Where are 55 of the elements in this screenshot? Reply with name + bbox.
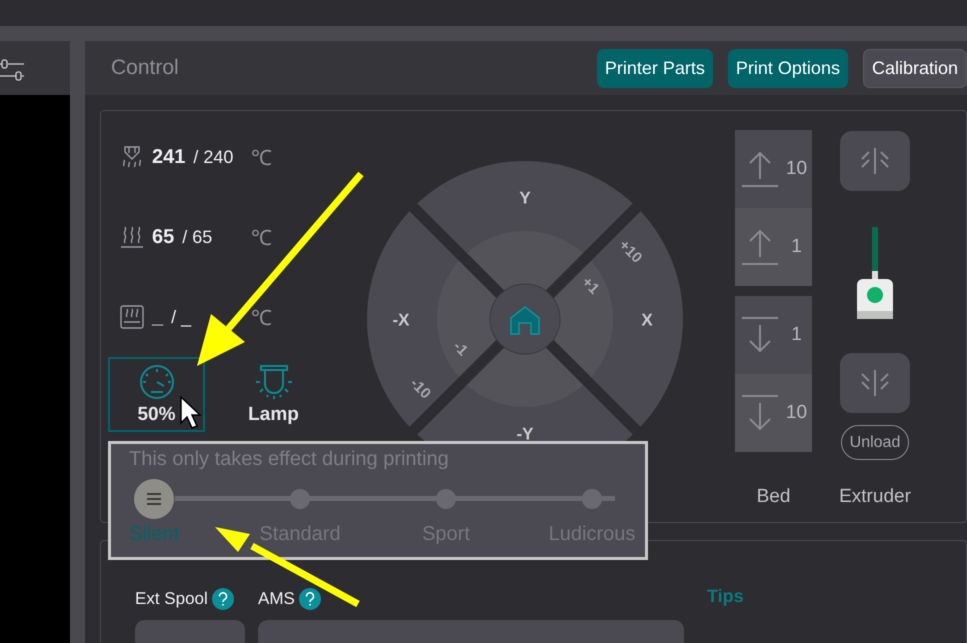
slider-stop[interactable]	[290, 489, 310, 509]
lamp-button[interactable]: Lamp	[225, 357, 322, 432]
diverging-lines-icon	[859, 368, 891, 398]
nozzle-heat-icon	[120, 145, 144, 169]
current-temperature: _	[152, 306, 164, 328]
help-icon[interactable]	[298, 588, 321, 610]
lamp-icon	[254, 364, 294, 400]
bed-move-button[interactable]: 1	[735, 208, 812, 286]
axis-label: Y	[519, 188, 531, 208]
bed-move-button[interactable]: 10	[735, 374, 812, 452]
arrow-down-icon	[740, 393, 780, 433]
axis-label: -Y	[516, 424, 534, 444]
menu-icon	[146, 492, 162, 506]
bed-label: Bed	[756, 486, 790, 508]
source-label: Ext Spool	[135, 589, 208, 609]
section-title: Control	[111, 56, 179, 80]
step-label: +10	[615, 236, 646, 267]
extrude-button[interactable]	[840, 131, 910, 191]
target-temperature: / 240	[193, 146, 234, 168]
source-label: AMS	[258, 589, 295, 609]
step-label: +1	[578, 274, 602, 298]
tab-button[interactable]: Print Options	[728, 48, 848, 88]
temperature-unit: ℃	[251, 226, 272, 251]
target-temperature: / 65	[182, 226, 212, 248]
speedometer-icon	[138, 364, 176, 400]
current-temperature: 241	[152, 146, 186, 168]
current-temperature: 65	[152, 226, 174, 248]
tips-heading: Tips	[707, 586, 744, 608]
temperature-unit: ℃	[251, 146, 272, 171]
heatbed-icon	[120, 225, 144, 249]
home-button[interactable]	[490, 284, 560, 354]
slider-stop[interactable]	[436, 489, 456, 509]
bed-move-button[interactable]: 1	[735, 296, 812, 374]
tab-button[interactable]: Calibration	[862, 48, 967, 88]
extruder-label: Extruder	[839, 486, 911, 508]
speed-button[interactable]: 50%	[108, 357, 205, 432]
slider-handle[interactable]	[134, 479, 174, 519]
arrow-up-icon	[740, 149, 780, 189]
tab-button[interactable]: Printer Parts	[596, 48, 713, 88]
axis-label: -X	[392, 310, 410, 330]
help-icon[interactable]	[212, 588, 234, 610]
step-label: -1	[450, 338, 472, 360]
mouse-cursor-icon	[180, 396, 202, 430]
temperature-unit: ℃	[251, 306, 272, 331]
arrow-down-icon	[740, 315, 780, 355]
bed-move-button[interactable]: 10	[735, 130, 812, 208]
converging-lines-icon	[859, 146, 891, 176]
unload-button[interactable]: Unload	[840, 425, 910, 460]
step-label: -10	[406, 374, 434, 402]
retract-button[interactable]	[840, 353, 910, 413]
arrow-up-icon	[740, 227, 780, 267]
axis-label: X	[641, 310, 653, 330]
slider-stop[interactable]	[582, 489, 602, 509]
chamber-heat-icon	[120, 305, 144, 329]
target-temperature: / _	[171, 306, 192, 328]
